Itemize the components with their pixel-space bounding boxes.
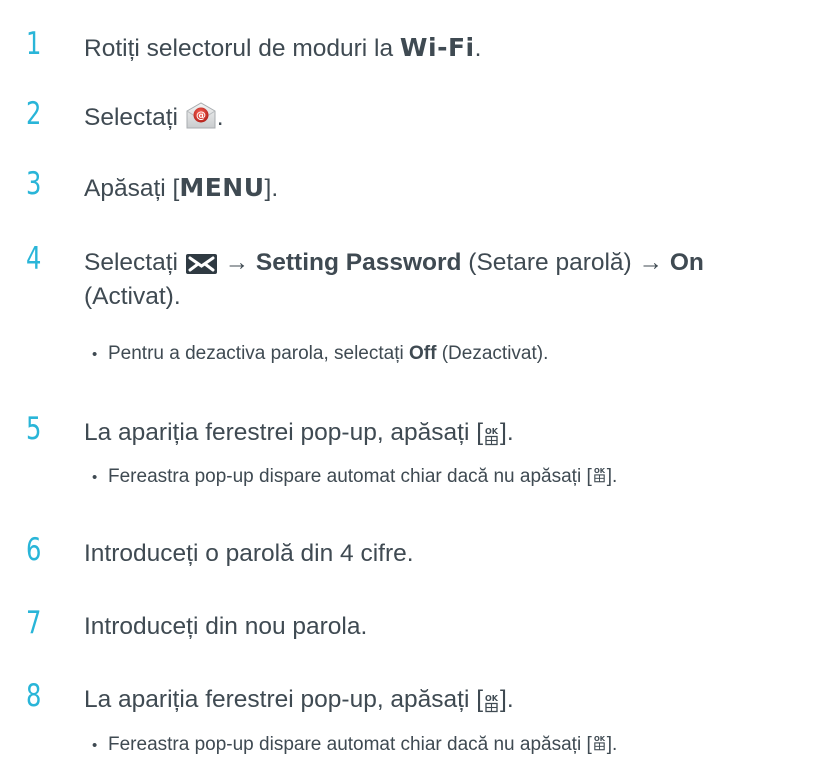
envelope-icon [185,251,218,274]
step-number: 6 [26,532,42,568]
setting-password-label: Setting Password [255,249,462,276]
step-number: 1 [26,26,42,62]
step-number: 5 [26,411,42,447]
svg-text:OK: OK [594,735,606,743]
step-8-bullet: • Fereastra pop-up dispare automat chiar … [92,734,618,755]
menu-key-label: MENU [179,173,265,202]
step-5-bullet: • Fereastra pop-up dispare automat chiar … [92,466,618,487]
step-4-bullet: • Pentru a dezactiva parola, selectați Of… [92,343,549,364]
step-number: 3 [26,166,42,202]
step-text: Introduceți o parolă din 4 cifre. [84,540,414,567]
mode-wifi-label: Wi-Fi [399,33,475,62]
svg-text:OK: OK [485,427,499,436]
step-text: Selectați @. [84,101,224,135]
on-label: On [669,249,704,276]
step-number: 2 [26,96,42,132]
svg-text:OK: OK [594,467,606,475]
email-app-icon: @ [185,101,217,131]
step-text: Rotiți selectorul de moduri la Wi-Fi. [84,33,482,62]
svg-text:@: @ [196,110,206,121]
step-text: Introduceți din nou parola. [84,613,368,640]
step-number: 7 [26,605,42,641]
step-number: 4 [26,241,42,277]
step-text: Selectați → Setting Password (Setare par… [84,249,704,276]
ok-button-icon: OK [484,689,499,712]
ok-button-icon: OK [484,422,499,445]
off-label: Off [409,343,437,364]
step-number: 8 [26,678,42,714]
step-text: La apariția ferestrei pop-up, apăsați [O… [84,686,514,713]
step-text-line2: (Activat). [84,283,181,310]
step-text: La apariția ferestrei pop-up, apăsați [O… [84,419,514,446]
ok-button-icon: OK [593,466,606,483]
step-text: Apăsați [MENU]. [84,173,279,202]
ok-button-icon: OK [593,734,606,751]
svg-text:OK: OK [485,694,499,703]
